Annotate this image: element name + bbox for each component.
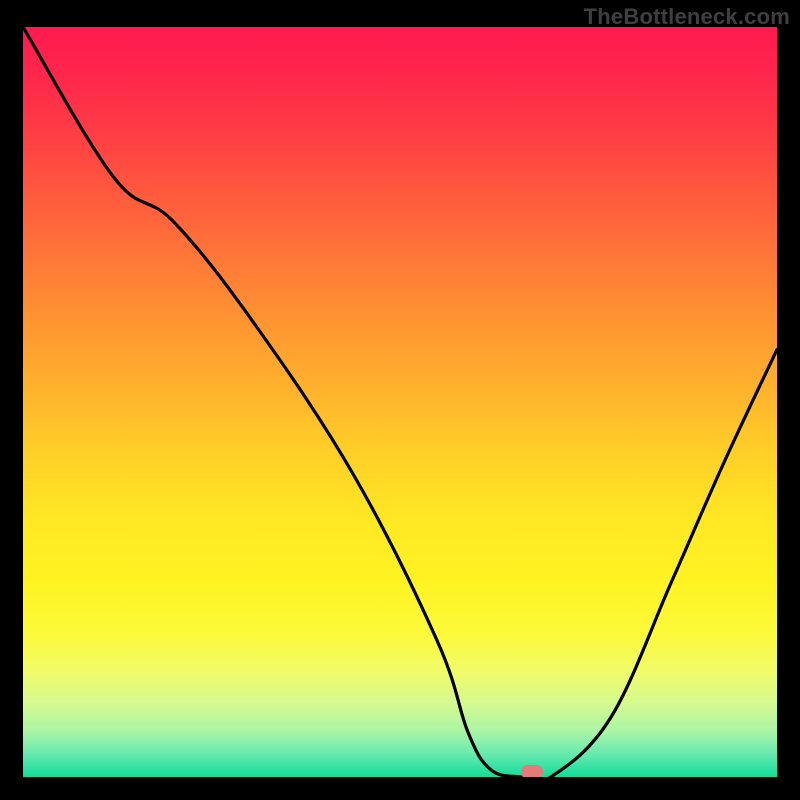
plot-area <box>23 27 777 777</box>
optimal-point-marker <box>521 765 543 777</box>
chart-frame: TheBottleneck.com <box>0 0 800 800</box>
bottleneck-curve <box>23 27 777 777</box>
watermark-text: TheBottleneck.com <box>584 4 790 30</box>
